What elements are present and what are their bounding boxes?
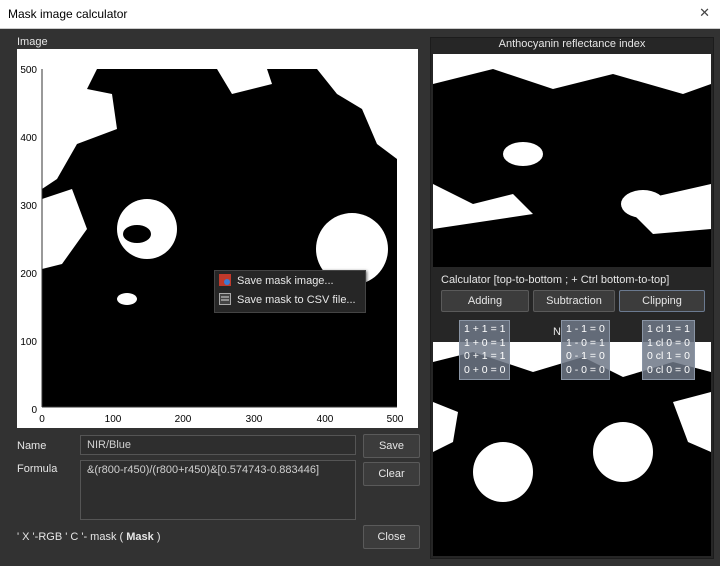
y-tick-label: 0 <box>31 405 37 416</box>
name-field[interactable]: NIR/Blue <box>80 435 356 455</box>
dialog-body: Image 500 400 300 200 100 0 0 100 200 30… <box>0 29 720 566</box>
x-tick-label: 100 <box>105 414 122 425</box>
right-panel: Anthocyanin reflectance index Calculator… <box>430 37 714 559</box>
mask-black-spot <box>123 225 151 243</box>
formula-field[interactable]: &(r800-r450)/(r800+r450)&[0.574743-0.883… <box>80 460 356 520</box>
result-image-top <box>433 54 711 267</box>
menu-item-save-mask-csv[interactable]: Save mask to CSV file... <box>215 291 365 310</box>
y-tick-label: 300 <box>20 201 37 212</box>
mask-plot-svg: 500 400 300 200 100 0 0 100 200 300 400 … <box>20 65 404 425</box>
save-image-icon <box>219 274 231 286</box>
x-tick-label: 400 <box>317 414 334 425</box>
name-label: Name <box>17 440 47 452</box>
close-button[interactable]: Close <box>363 525 420 549</box>
clipping-tooltip: 1 cl 1 = 1 1 cl 0 = 0 0 cl 1 = 0 0 cl 0 … <box>642 320 695 380</box>
menu-item-label: Save mask to CSV file... <box>237 294 356 306</box>
close-icon[interactable]: ✕ <box>699 5 710 21</box>
clipping-button[interactable]: Clipping <box>619 290 705 312</box>
adding-button[interactable]: Adding <box>441 290 529 312</box>
context-menu: Save mask image... Save mask to CSV file… <box>214 270 366 313</box>
y-tick-label: 500 <box>20 65 37 76</box>
adding-tooltip: 1 + 1 = 1 1 + 0 = 1 0 + 1 = 1 0 + 0 = 0 <box>459 320 511 380</box>
mask-image-plot[interactable]: 500 400 300 200 100 0 0 100 200 300 400 … <box>17 49 418 428</box>
mask-white-blob <box>117 293 137 305</box>
x-axis-ticks: 0 100 200 300 400 500 <box>39 414 404 425</box>
y-tick-label: 100 <box>20 337 37 348</box>
y-tick-label: 200 <box>20 269 37 280</box>
image-panel-label: Image <box>17 36 48 48</box>
menu-item-save-mask-image[interactable]: Save mask image... <box>215 272 365 291</box>
clear-button[interactable]: Clear <box>363 462 420 486</box>
y-axis-ticks: 500 400 300 200 100 0 <box>20 65 37 416</box>
save-button[interactable]: Save <box>363 434 420 458</box>
x-tick-label: 500 <box>387 414 404 425</box>
menu-item-label: Save mask image... <box>237 275 334 287</box>
mode-hint-end: ) <box>153 531 161 543</box>
mode-hint-text: ' X '-RGB ' C '- mask ( <box>17 531 127 543</box>
formula-label: Formula <box>17 463 58 475</box>
subtraction-tooltip: 1 - 1 = 0 1 - 0 = 1 0 - 1 = 0 0 - 0 = 0 <box>561 320 610 380</box>
x-tick-label: 200 <box>175 414 192 425</box>
window-title: Mask image calculator <box>8 7 128 21</box>
title-bar: Mask image calculator ✕ <box>0 0 720 29</box>
calculator-label: Calculator [top-to-bottom ; + Ctrl botto… <box>441 274 670 286</box>
result-title: Anthocyanin reflectance index <box>498 38 646 50</box>
x-tick-label: 300 <box>246 414 263 425</box>
partial-label: N <box>553 326 561 338</box>
mode-hint: ' X '-RGB ' C '- mask ( Mask ) <box>17 531 161 543</box>
x-tick-label: 0 <box>39 414 45 425</box>
mode-hint-mask: Mask <box>126 531 154 543</box>
subtraction-button[interactable]: Subtraction <box>533 290 615 312</box>
y-tick-label: 400 <box>20 133 37 144</box>
csv-file-icon <box>219 293 231 305</box>
